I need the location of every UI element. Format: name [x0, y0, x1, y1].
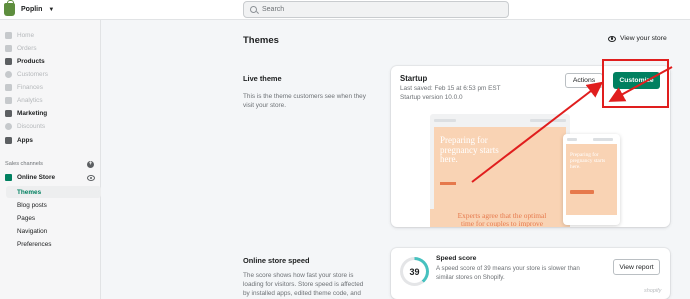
preview-lower-text: Experts agree that the optimal time for … [457, 211, 547, 228]
view-store-link[interactable]: View your store [608, 35, 667, 42]
live-theme-heading: Live theme [243, 74, 282, 83]
sidebar-subitem-preferences[interactable]: Preferences [17, 241, 51, 248]
theme-name: Startup [400, 74, 428, 83]
actions-button[interactable]: Actions [565, 73, 603, 88]
speed-card: 39 Speed score A speed score of 39 means… [391, 248, 670, 299]
sidebar-item-orders[interactable]: Orders [5, 45, 37, 52]
speed-score-ring: 39 [400, 257, 429, 286]
preview-nav-bar [434, 119, 456, 122]
sidebar-subitem-navigation[interactable]: Navigation [17, 228, 47, 235]
sidebar-subitem-themes[interactable]: Themes [17, 189, 41, 196]
store-switcher[interactable]: Poplin ▼ [4, 0, 55, 16]
theme-preview-mobile[interactable]: Preparing for pregnancy starts here. [563, 134, 620, 225]
annotation-highlight-box [602, 59, 669, 108]
sidebar-item-analytics[interactable]: Analytics [5, 97, 43, 104]
theme-last-saved: Last saved: Feb 15 at 6:53 pm EST [400, 85, 501, 92]
view-store-label: View your store [620, 35, 667, 42]
sidebar-item-products[interactable]: Products [5, 58, 45, 65]
speed-score-value: 39 [403, 260, 426, 283]
orders-icon [5, 45, 12, 52]
preview-hero-text: Preparing for pregnancy starts here. [440, 135, 499, 164]
online-store-icon [5, 174, 12, 181]
sidebar-item-label: Home [17, 32, 35, 39]
sidebar-item-label: Finances [17, 84, 43, 91]
sales-channels-heading: Sales channels [5, 161, 43, 167]
preview-hero-button [440, 182, 456, 185]
watermark: shopify [644, 288, 662, 294]
apps-icon [5, 137, 12, 144]
search-placeholder: Search [262, 6, 285, 13]
discounts-icon [5, 123, 12, 130]
speed-score-description: A speed score of 39 means your store is … [436, 265, 580, 281]
caret-down-icon: ▼ [48, 6, 55, 13]
sidebar-item-label: Marketing [17, 110, 48, 117]
search-input[interactable]: Search [243, 1, 509, 18]
add-channel-icon[interactable]: + [87, 161, 94, 168]
sidebar-item-online-store[interactable]: Online Store [5, 174, 55, 181]
preview-mobile-hero: Preparing for pregnancy starts here. [566, 144, 617, 215]
finances-icon [5, 84, 12, 91]
theme-version: Startup version 10.0.0 [400, 94, 463, 101]
speed-score-title: Speed score [436, 255, 477, 262]
sidebar: Home Orders Products Customers Finances … [0, 20, 101, 299]
preview-nav-bar [593, 138, 613, 141]
sidebar-item-label: Online Store [17, 174, 55, 181]
preview-nav-bar [530, 119, 566, 122]
live-theme-description: This is the theme customers see when the… [243, 93, 366, 109]
analytics-icon [5, 97, 12, 104]
preview-hero: Preparing for pregnancy starts here. [434, 127, 566, 209]
preview-mobile-text: Preparing for pregnancy starts here. [570, 152, 606, 170]
sidebar-item-finances[interactable]: Finances [5, 84, 43, 91]
page-title: Themes [243, 35, 279, 46]
store-name: Poplin [21, 6, 43, 13]
view-report-button[interactable]: View report [613, 259, 660, 275]
marketing-icon [5, 110, 12, 117]
eye-icon [608, 35, 616, 42]
home-icon [5, 32, 12, 39]
search-icon [250, 6, 257, 13]
sidebar-item-home[interactable]: Home [5, 32, 34, 39]
preview-lower: Experts agree that the optimal time for … [430, 209, 570, 227]
preview-nav-bar [567, 138, 577, 141]
sidebar-item-label: Analytics [17, 97, 43, 104]
sidebar-item-label: Apps [17, 137, 33, 144]
sidebar-item-label: Customers [17, 71, 48, 78]
preview-mobile-button [570, 190, 594, 194]
speed-description: The score shows how fast your store is l… [243, 272, 364, 297]
sidebar-subitem-blog-posts[interactable]: Blog posts [17, 202, 47, 209]
eye-icon[interactable] [87, 175, 95, 181]
top-bar: Poplin ▼ Search [0, 0, 690, 20]
products-icon [5, 58, 12, 65]
sidebar-item-customers[interactable]: Customers [5, 71, 48, 78]
sidebar-item-discounts[interactable]: Discounts [5, 123, 45, 130]
sidebar-item-label: Orders [17, 45, 37, 52]
customers-icon [5, 71, 12, 78]
speed-heading: Online store speed [243, 256, 310, 265]
sidebar-item-apps[interactable]: Apps [5, 137, 33, 144]
sidebar-item-marketing[interactable]: Marketing [5, 110, 47, 117]
sidebar-item-label: Discounts [17, 123, 46, 130]
shopify-bag-icon [4, 0, 15, 16]
sidebar-subitem-pages[interactable]: Pages [17, 215, 35, 222]
theme-preview-desktop[interactable]: Preparing for pregnancy starts here. Exp… [430, 114, 570, 227]
sidebar-item-label: Products [17, 58, 45, 65]
